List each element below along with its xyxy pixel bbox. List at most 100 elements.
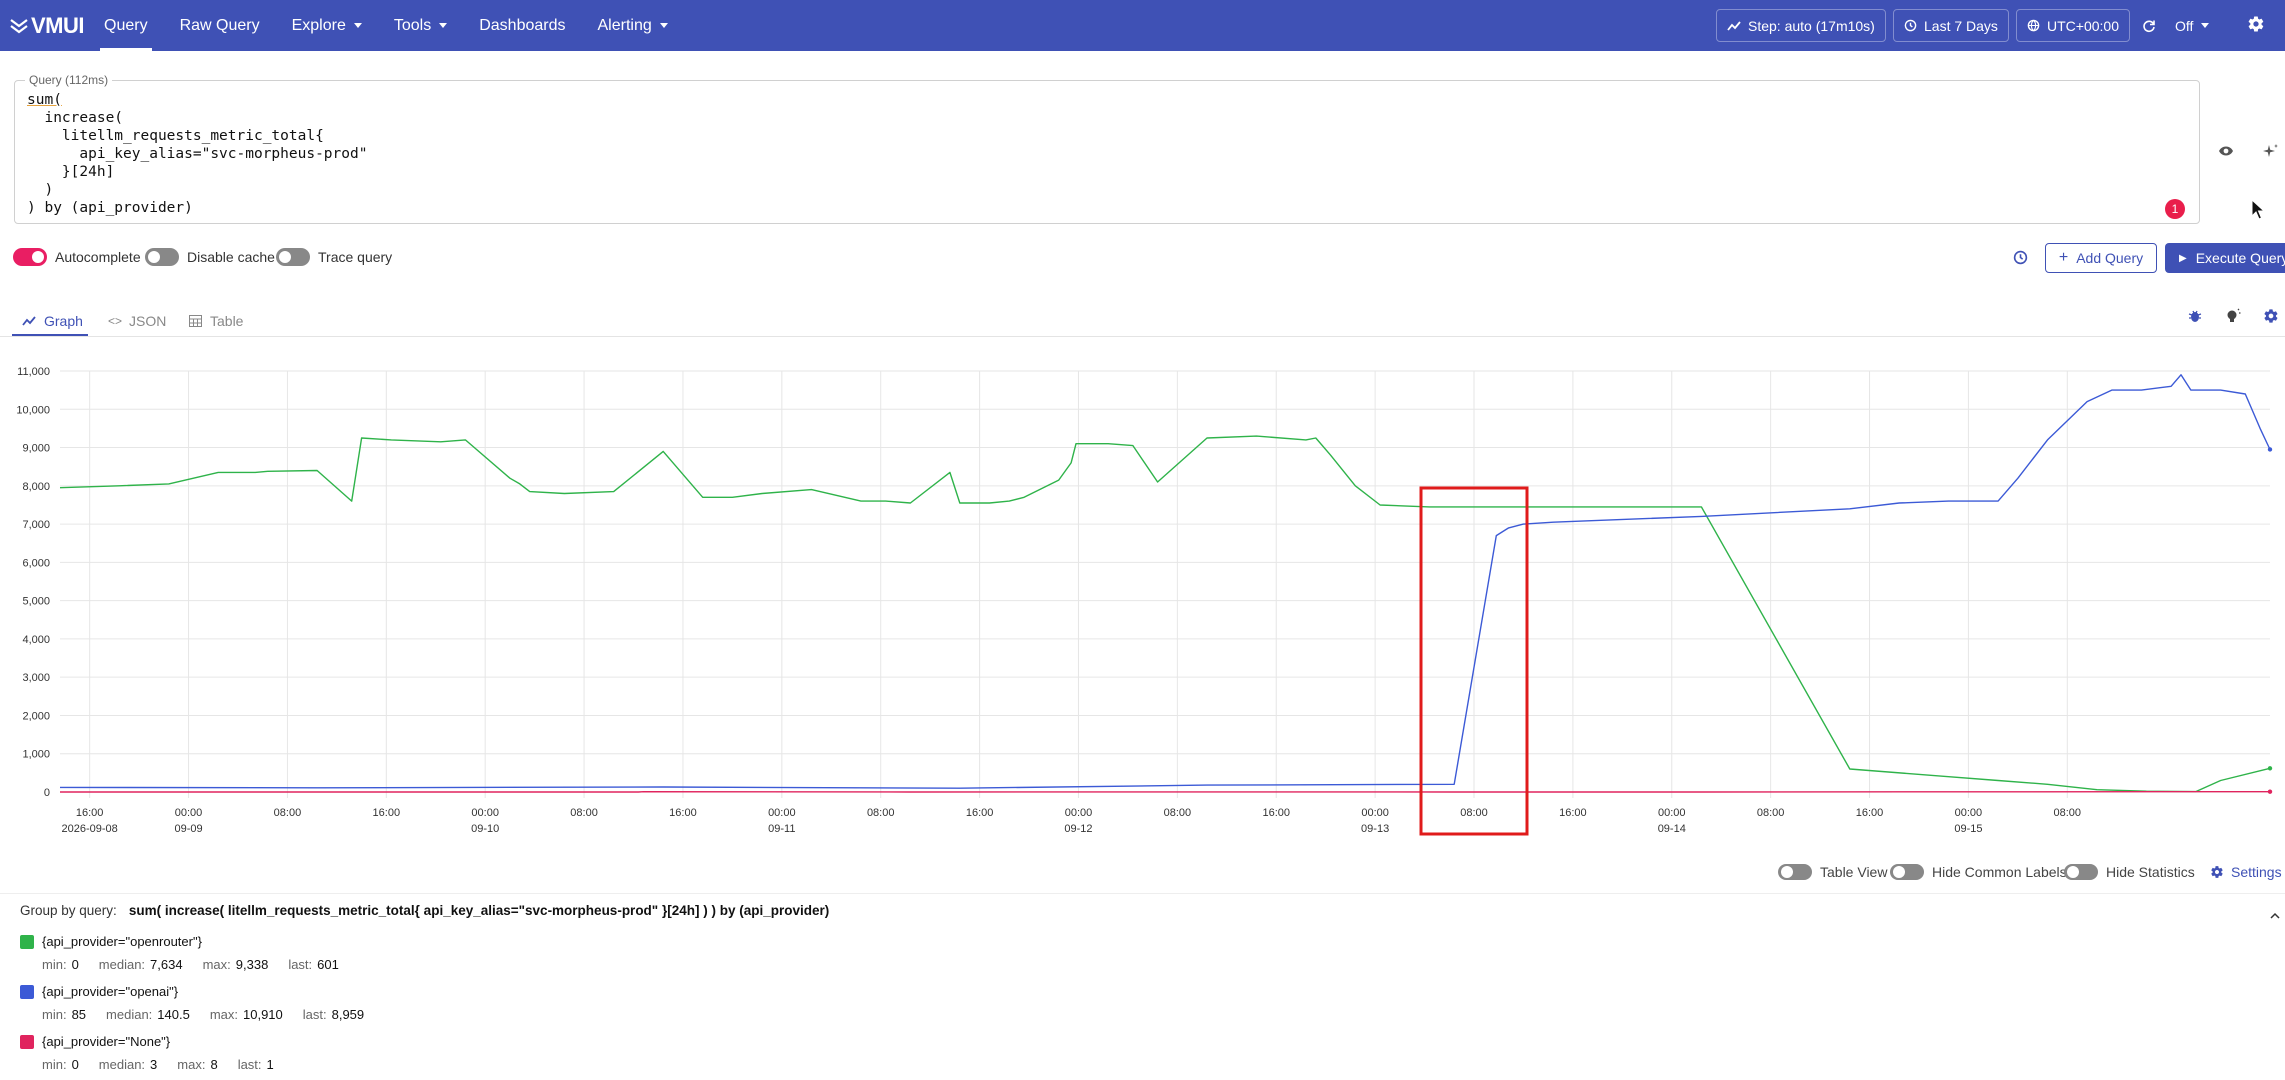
query-editor[interactable]: Query (112ms) sum( increase( litellm_req… — [14, 73, 2200, 224]
legend-stats: min: 0 median: 3 max: 8 last: 1 — [42, 1057, 294, 1072]
settings-label: Settings — [2231, 864, 2282, 880]
step-button[interactable]: Step: auto (17m10s) — [1716, 9, 1886, 42]
timezone-button[interactable]: UTC+00:00 — [2016, 9, 2130, 42]
nav-raw-query[interactable]: Raw Query — [164, 0, 276, 51]
hide-statistics-label: Hide Statistics — [2106, 864, 2195, 880]
y-tick-label: 2,000 — [22, 710, 50, 722]
top-header: VMUI Query Raw Query Explore Tools Dashb… — [0, 0, 2285, 51]
stat-value: 3 — [150, 1057, 158, 1072]
legend-item[interactable]: {api_provider="openrouter"} min: 0 median… — [20, 934, 359, 972]
nav-alerting[interactable]: Alerting — [582, 0, 684, 51]
x-tick-label: 00:00 — [1065, 807, 1093, 819]
query-text[interactable]: sum( increase( litellm_requests_metric_t… — [27, 91, 367, 217]
chevron-up-icon — [2270, 912, 2280, 919]
stat-value: 8,959 — [331, 1007, 365, 1022]
y-tick-label: 1,000 — [22, 749, 50, 761]
add-query-button[interactable]: + Add Query — [2045, 243, 2157, 273]
nav-dashboards[interactable]: Dashboards — [463, 0, 581, 51]
y-tick-label: 10,000 — [16, 404, 50, 416]
stat-label: last: — [237, 1057, 262, 1072]
chart-series — [59, 374, 2273, 794]
nav-explore[interactable]: Explore — [276, 0, 378, 51]
logo[interactable]: VMUI — [10, 13, 88, 39]
hide-statistics-toggle[interactable]: Hide Statistics — [2064, 864, 2195, 880]
line-chart-icon — [22, 316, 36, 326]
error-count-badge[interactable]: 1 — [2165, 199, 2185, 219]
query-line: }[24h] — [27, 164, 115, 180]
settings-gear-button[interactable] — [2247, 15, 2265, 38]
stat-value: 10,910 — [243, 1007, 283, 1022]
add-query-label: Add Query — [2076, 250, 2144, 266]
legend-swatch[interactable] — [20, 934, 34, 949]
y-tick-label: 9,000 — [22, 443, 50, 455]
query-history-button[interactable] — [2013, 250, 2028, 270]
toggle-switch[interactable] — [145, 248, 179, 266]
execute-query-button[interactable]: ▶ Execute Query — [2165, 243, 2285, 273]
series-line[interactable] — [59, 374, 2271, 789]
legend-item[interactable]: {api_provider="openai"} min: 85 median: 14… — [20, 984, 384, 1022]
table-icon — [189, 315, 202, 327]
clock-icon — [1904, 19, 1917, 32]
refresh-label: Off — [2175, 17, 2194, 34]
globe-icon — [2027, 19, 2040, 32]
stat-value: 601 — [317, 957, 339, 972]
hide-query-button[interactable] — [2218, 144, 2234, 162]
nav-tools[interactable]: Tools — [378, 0, 463, 51]
table-view-toggle[interactable]: Table View — [1778, 864, 1887, 880]
stat-value: 0 — [71, 957, 79, 972]
autocomplete-toggle[interactable]: Autocomplete — [13, 248, 141, 266]
group-divider — [0, 893, 2285, 894]
legend-settings-button[interactable]: Settings — [2210, 864, 2282, 880]
y-tick-label: 7,000 — [22, 519, 50, 531]
query-line: ) — [27, 182, 54, 198]
x-tick-label: 16:00 — [966, 807, 994, 819]
collapse-legend-button[interactable] — [2270, 906, 2280, 924]
time-range-label: Last 7 Days — [1924, 17, 1998, 34]
toggle-switch[interactable] — [2064, 864, 2098, 880]
legend-series-name: {api_provider="openai"} — [42, 984, 179, 999]
ai-assistant-button[interactable] — [2262, 143, 2280, 164]
toggle-switch[interactable] — [1778, 864, 1812, 880]
series-last-point — [2267, 789, 2273, 794]
tips-button[interactable] — [2225, 308, 2241, 329]
disable-cache-toggle[interactable]: Disable cache — [145, 248, 275, 266]
x-tick-label: 08:00 — [1164, 807, 1192, 819]
legend-swatch[interactable] — [20, 984, 34, 999]
series-last-point — [2267, 447, 2273, 452]
time-range-button[interactable]: Last 7 Days — [1893, 9, 2009, 42]
x-tick-label: 08:00 — [1460, 807, 1488, 819]
tab-table[interactable]: Table — [189, 305, 243, 337]
toggle-switch[interactable] — [276, 248, 310, 266]
trace-query-toggle[interactable]: Trace query — [276, 248, 392, 266]
nav-dashboards-label: Dashboards — [479, 16, 566, 34]
legend-series-name: {api_provider="None"} — [42, 1034, 171, 1049]
legend-item[interactable]: {api_provider="None"} min: 0 median: 3 max… — [20, 1034, 294, 1072]
tab-graph[interactable]: Graph — [22, 305, 83, 337]
series-last-point — [2267, 766, 2273, 771]
toggle-switch[interactable] — [1890, 864, 1924, 880]
toggle-switch[interactable] — [13, 248, 47, 266]
line-chart[interactable]: 0 1,000 2,000 3,000 4,000 5,000 6,000 7,000 8,00… — [0, 355, 2285, 845]
x-tick-label: 16:00 — [1262, 807, 1290, 819]
stat-value: 140.5 — [157, 1007, 190, 1022]
nav-alerting-label: Alerting — [597, 16, 652, 34]
debug-button[interactable] — [2188, 309, 2202, 328]
graph-settings-button[interactable] — [2263, 308, 2279, 329]
mouse-cursor — [2251, 198, 2266, 226]
tab-json[interactable]: <> JSON — [108, 305, 166, 337]
nav-query[interactable]: Query — [88, 0, 164, 51]
chevron-down-icon — [439, 23, 448, 28]
gear-icon — [2211, 866, 2223, 878]
x-tick-label: 16:00 — [1856, 807, 1884, 819]
chevron-down-icon — [659, 23, 668, 28]
legend-swatch[interactable] — [20, 1034, 34, 1049]
series-line[interactable] — [59, 435, 2271, 793]
stat-label: min: — [42, 1057, 67, 1072]
hide-common-labels-toggle[interactable]: Hide Common Labels — [1890, 864, 2067, 880]
x-tick-label: 00:00 — [1361, 807, 1389, 819]
plus-icon: + — [2058, 249, 2069, 266]
y-tick-label: 8,000 — [22, 481, 50, 493]
tab-table-label: Table — [210, 313, 244, 329]
refresh-button[interactable]: Off — [2132, 9, 2219, 42]
history-icon — [2013, 250, 2028, 265]
